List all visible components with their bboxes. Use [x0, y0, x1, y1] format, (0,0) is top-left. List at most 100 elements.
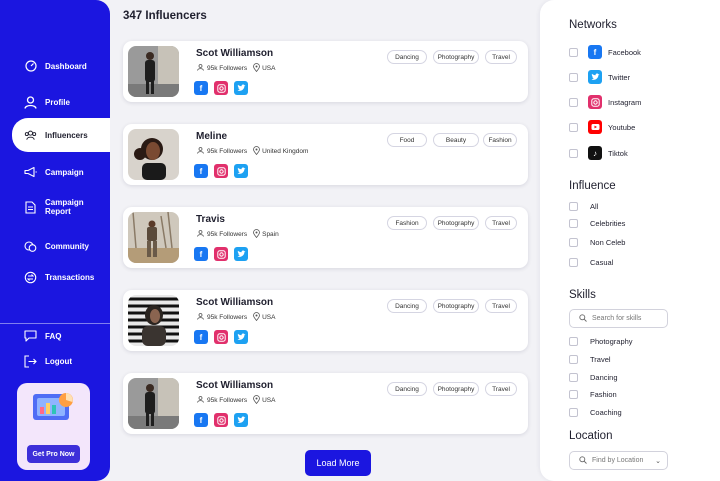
skill-option[interactable]: Fashion	[569, 390, 617, 399]
network-label: Tiktok	[608, 148, 628, 158]
social-links: f	[194, 413, 248, 427]
get-pro-button[interactable]: Get Pro Now	[27, 445, 80, 463]
network-filter-facebook[interactable]: f Facebook	[569, 45, 641, 59]
nav-profile-label: Profile	[45, 97, 70, 107]
location-text: Spain	[262, 231, 279, 238]
nav-influencers[interactable]: Influencers	[12, 118, 110, 152]
checkbox[interactable]	[569, 47, 578, 57]
skill-tag: Fashion	[387, 216, 427, 230]
skill-tag: Travel	[485, 216, 517, 230]
checkbox[interactable]	[569, 355, 578, 364]
skill-tag: Dancing	[387, 299, 427, 313]
checkbox[interactable]	[569, 408, 578, 417]
followers-count: 95k Followers	[207, 231, 248, 238]
location-text: USA	[262, 65, 276, 72]
network-filter-tiktok[interactable]: ♪ Tiktok	[569, 146, 628, 160]
facebook-icon[interactable]: f	[194, 330, 208, 344]
instagram-icon[interactable]	[214, 164, 228, 178]
instagram-icon[interactable]	[214, 413, 228, 427]
skill-option[interactable]: Coaching	[569, 408, 622, 417]
skills-search-input[interactable]: Search for skills	[569, 309, 668, 328]
faq-icon	[24, 330, 37, 343]
checkbox[interactable]	[569, 390, 578, 399]
chevron-down-icon: ⌄	[655, 457, 661, 465]
checkbox[interactable]	[569, 238, 578, 247]
skill-tag: Photography	[433, 216, 479, 230]
facebook-icon[interactable]: f	[194, 164, 208, 178]
checkbox[interactable]	[569, 219, 578, 228]
influence-option[interactable]: Celebrities	[569, 219, 625, 228]
instagram-icon[interactable]	[214, 330, 228, 344]
nav-community-label: Community	[45, 241, 89, 251]
nav-transactions[interactable]: Transactions	[0, 262, 110, 292]
community-icon	[24, 240, 37, 253]
checkbox[interactable]	[569, 97, 578, 107]
nav-logout[interactable]: Logout	[0, 346, 110, 376]
influencer-card[interactable]: Scot Williamson 95k Followers USA f Danc…	[123, 373, 528, 434]
nav-profile[interactable]: Profile	[0, 87, 110, 117]
skills-heading: Skills	[569, 289, 596, 301]
social-links: f	[194, 81, 248, 95]
influencer-meta: 95k Followers USA	[196, 312, 275, 323]
checkbox[interactable]	[569, 337, 578, 346]
facebook-icon[interactable]: f	[194, 81, 208, 95]
document-icon	[24, 200, 37, 214]
location-pin-icon	[253, 229, 261, 240]
skill-option[interactable]: Dancing	[569, 373, 618, 382]
influence-option[interactable]: Non Celeb	[569, 238, 625, 247]
skill-tag: Photography	[433, 299, 479, 313]
influencer-card[interactable]: Scot Williamson 95k Followers USA f Danc…	[123, 290, 528, 351]
nav-community[interactable]: Community	[0, 231, 110, 261]
location-select[interactable]: Find by Location ⌄	[569, 451, 668, 470]
skill-option[interactable]: Travel	[569, 355, 611, 364]
facebook-icon[interactable]: f	[194, 247, 208, 261]
checkbox[interactable]	[569, 122, 578, 132]
influencer-photo	[128, 378, 179, 429]
checkbox[interactable]	[569, 258, 578, 267]
followers-count: 95k Followers	[207, 65, 248, 72]
skill-tag: Photography	[433, 382, 479, 396]
instagram-icon[interactable]	[214, 247, 228, 261]
checkbox[interactable]	[569, 148, 578, 158]
load-more-button[interactable]: Load More	[305, 450, 371, 476]
nav-campaign-label: Campaign	[45, 167, 84, 177]
checkbox[interactable]	[569, 373, 578, 382]
skill-option[interactable]: Photography	[569, 337, 633, 346]
page-title: 347 Influencers	[123, 10, 207, 22]
location-pin-icon	[253, 395, 261, 406]
pro-upgrade-card: Get Pro Now	[17, 383, 90, 470]
transactions-icon	[24, 271, 37, 284]
influence-option[interactable]: Casual	[569, 258, 613, 267]
nav-campaign-report[interactable]: Campaign Report	[0, 192, 110, 222]
followers-count: 95k Followers	[207, 148, 248, 155]
checkbox[interactable]	[569, 202, 578, 211]
twitter-icon[interactable]	[234, 330, 248, 344]
twitter-icon[interactable]	[234, 81, 248, 95]
skills-search-placeholder: Search for skills	[592, 315, 642, 322]
twitter-icon[interactable]	[234, 247, 248, 261]
dashboard-gauge-icon	[24, 60, 37, 73]
influencer-card[interactable]: Travis 95k Followers Spain f Fashion Pho…	[123, 207, 528, 268]
skill-tag: Travel	[485, 299, 517, 313]
network-label: Facebook	[608, 47, 641, 57]
network-filter-twitter[interactable]: Twitter	[569, 70, 630, 84]
twitter-icon[interactable]	[234, 164, 248, 178]
influencer-card[interactable]: Meline 95k Followers United Kingdom f Fo…	[123, 124, 528, 185]
influencer-card[interactable]: Scot Williamson 95k Followers USA f Danc…	[123, 41, 528, 102]
influencer-meta: 95k Followers USA	[196, 63, 275, 74]
followers-count: 95k Followers	[207, 314, 248, 321]
influencer-meta: 95k Followers Spain	[196, 229, 279, 240]
facebook-icon[interactable]: f	[194, 413, 208, 427]
nav-campaign[interactable]: Campaign	[0, 157, 110, 187]
influence-label: Celebrities	[590, 219, 626, 228]
checkbox[interactable]	[569, 72, 578, 82]
social-links: f	[194, 164, 248, 178]
network-filter-instagram[interactable]: Instagram	[569, 95, 641, 109]
twitter-icon[interactable]	[234, 413, 248, 427]
skill-tag: Photography	[433, 50, 479, 64]
nav-dashboard[interactable]: Dashboard	[0, 51, 110, 81]
network-filter-youtube[interactable]: Youtube	[569, 120, 635, 134]
instagram-icon[interactable]	[214, 81, 228, 95]
influence-option[interactable]: All	[569, 202, 598, 211]
search-icon	[579, 455, 587, 466]
